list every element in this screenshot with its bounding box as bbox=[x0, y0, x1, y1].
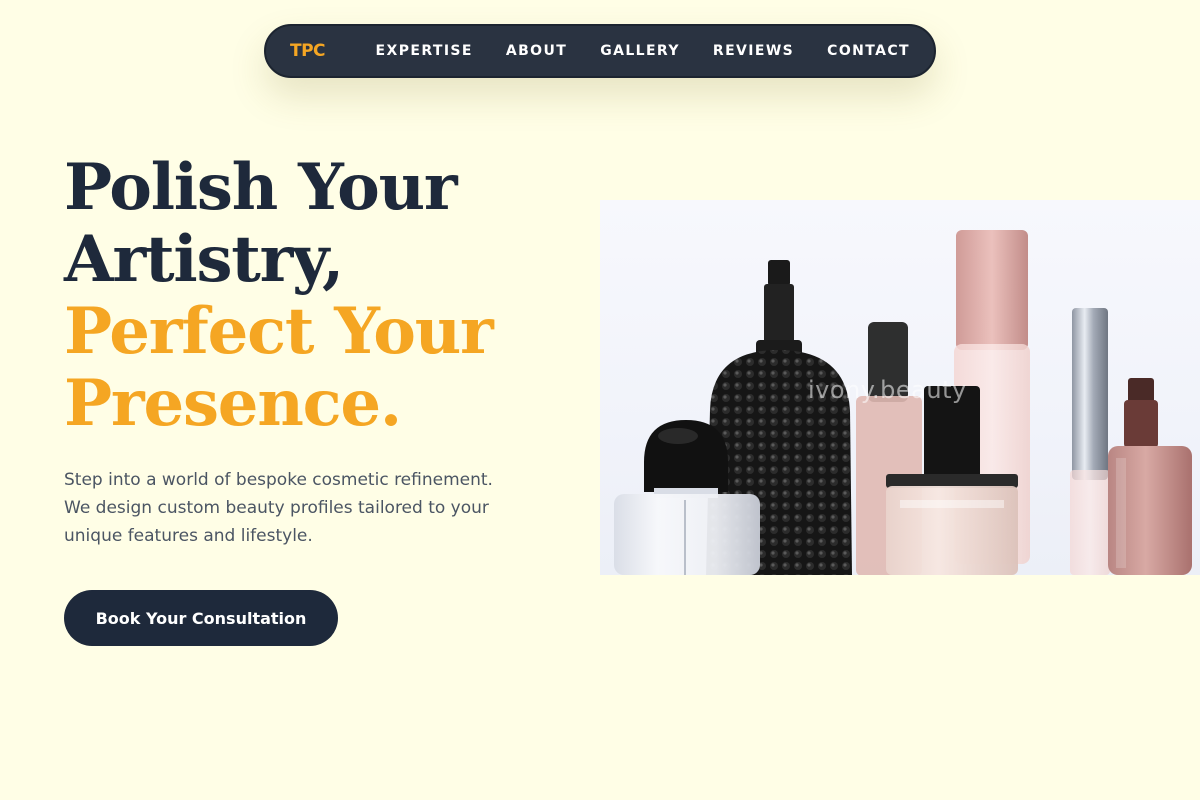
brand-logo[interactable]: TPC bbox=[290, 41, 326, 61]
perfume-bottles-illustration bbox=[614, 230, 1192, 575]
headline-line-2: Artistry, bbox=[64, 222, 344, 297]
nav-link-gallery[interactable]: GALLERY bbox=[600, 43, 680, 59]
headline-line-1: Polish Your bbox=[64, 150, 458, 225]
hero-headline: Polish Your Artistry, Perfect Your Prese… bbox=[64, 150, 494, 441]
lipstick bbox=[1070, 308, 1110, 575]
nav-link-reviews[interactable]: REVIEWS bbox=[713, 43, 794, 59]
top-navigation: TPC EXPERTISE ABOUT GALLERY REVIEWS CONT… bbox=[264, 24, 936, 78]
nav-link-expertise[interactable]: EXPERTISE bbox=[376, 43, 473, 59]
book-consultation-button[interactable]: Book Your Consultation bbox=[64, 590, 338, 646]
headline-line-4: Presence. bbox=[64, 366, 402, 441]
headline-line-3: Perfect Your bbox=[64, 294, 494, 369]
nav-link-about[interactable]: ABOUT bbox=[506, 43, 567, 59]
hero-description: Step into a world of bespoke cosmetic re… bbox=[64, 470, 493, 546]
nav-link-contact[interactable]: CONTACT bbox=[827, 43, 910, 59]
perfume-bottles-image: ivony.beauty bbox=[600, 200, 1200, 575]
blush-pump-bottle bbox=[1108, 378, 1192, 575]
nav-links: EXPERTISE ABOUT GALLERY REVIEWS CONTACT bbox=[376, 43, 910, 59]
